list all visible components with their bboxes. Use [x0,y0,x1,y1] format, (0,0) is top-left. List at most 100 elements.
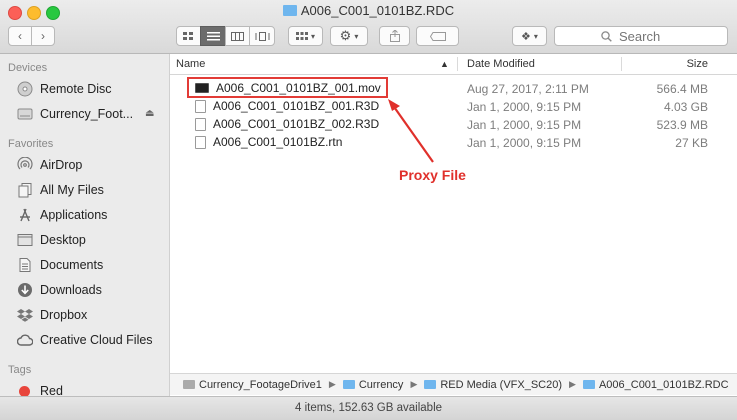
airdrop-icon [16,157,33,174]
file-row[interactable]: A006_C001_0101BZ_002.R3D Jan 1, 2000, 9:… [170,115,737,133]
column-view-icon [231,31,244,41]
chevron-right-icon: ▶ [328,379,336,389]
chevron-left-icon: ‹ [18,29,22,43]
file-name-cell: A006_C001_0101BZ.rtn [195,135,342,149]
tags-button[interactable] [416,26,459,46]
status-bar: 4 items, 152.63 GB available [0,396,737,420]
file-name: A006_C001_0101BZ_002.R3D [213,117,380,131]
dropbox-icon [16,307,33,324]
sidebar-item-documents[interactable]: Documents [16,255,103,275]
sidebar-item-applications[interactable]: Applications [16,205,107,225]
cover-flow-button[interactable] [249,26,275,46]
file-row[interactable]: A006_C001_0101BZ_001.R3D Jan 1, 2000, 9:… [170,97,737,115]
sidebar-item-airdrop[interactable]: AirDrop [16,155,82,175]
chevron-down-icon: ▾ [354,31,359,41]
path-segment[interactable]: Currency_FootageDrive1 [199,379,322,391]
back-button[interactable]: ‹ [8,26,32,46]
drive-icon [183,380,195,389]
proxy-file-label: Proxy File [399,167,466,183]
document-icon [195,135,206,149]
documents-icon [16,257,33,274]
applications-icon [16,207,33,224]
creative-cloud-icon [16,332,33,349]
file-row[interactable]: A006_C001_0101BZ.rtn Jan 1, 2000, 9:15 P… [170,133,737,151]
arrange-icon [295,31,308,40]
search-icon [601,30,612,42]
document-icon [195,117,206,131]
column-divider[interactable] [621,57,622,71]
eject-icon[interactable]: ⏏ [145,108,154,119]
sidebar-item-creative-cloud-files[interactable]: Creative Cloud Files [16,330,153,350]
column-date-modified[interactable]: Date Modified [467,58,535,70]
chevron-down-icon: ▾ [533,31,538,41]
desktop-icon [16,232,33,249]
chevron-right-icon: › [41,29,45,43]
file-list: Name ▲ Date Modified Size A006_C001_0101… [170,54,737,398]
column-name[interactable]: Name [176,58,205,70]
tag-icon [429,31,446,41]
disc-icon [16,81,33,98]
chevron-down-icon: ▾ [310,31,315,41]
share-button[interactable] [379,26,410,46]
search-field[interactable] [554,26,728,46]
sidebar-item-label: All My Files [40,183,104,197]
list-view-button[interactable] [200,26,226,46]
sidebar-item-currency-drive[interactable]: Currency_Foot... [16,104,133,124]
sidebar-header-favorites: Favorites [8,138,54,150]
nav-buttons: ‹ › [8,26,55,46]
sidebar-item-label: Dropbox [40,308,88,322]
sort-ascending-icon[interactable]: ▲ [440,59,449,69]
sidebar-item-label: AirDrop [40,158,83,172]
sidebar-item-label: Creative Cloud Files [40,333,153,347]
file-name: A006_C001_0101BZ_001.R3D [213,99,380,113]
path-segment[interactable]: RED Media (VFX_SC20) [440,379,562,391]
file-date: Jan 1, 2000, 9:15 PM [467,136,582,150]
file-size: 27 KB [675,136,708,150]
forward-button[interactable]: › [31,26,55,46]
cover-flow-icon [255,31,269,41]
annotation-arrow [388,99,434,163]
column-header: Name ▲ Date Modified Size [170,54,737,75]
list-view-icon [206,31,220,40]
file-name-cell: A006_C001_0101BZ_002.R3D [195,117,379,131]
file-name: A006_C001_0101BZ.rtn [213,135,343,149]
dropbox-button[interactable]: ❖ ▾ [512,26,547,46]
downloads-icon [16,282,33,299]
window-title: A006_C001_0101BZ.RDC [0,3,737,18]
column-size[interactable]: Size [687,58,708,70]
dropbox-icon: ❖ [521,30,531,43]
sidebar-item-remote-disc[interactable]: Remote Disc [16,79,112,99]
file-name-cell: A006_C001_0101BZ_001.R3D [195,99,379,113]
file-size: 4.03 GB [663,100,708,114]
chevron-right-icon: ▶ [569,379,576,389]
icon-view-button[interactable] [176,26,201,46]
sidebar-item-label: Desktop [40,233,86,247]
sidebar-header-devices: Devices [8,62,48,74]
sidebar: Devices Remote Disc Currency_Foot... ⏏ F… [0,54,170,419]
path-bar: Currency_FootageDrive1 ▶ Currency ▶ RED … [170,373,737,395]
sidebar-item-label: Remote Disc [40,82,112,96]
path-segment[interactable]: A006_C001_0101BZ.RDC [599,379,729,391]
sidebar-item-desktop[interactable]: Desktop [16,230,86,250]
drive-icon [16,106,33,123]
proxy-highlight-box [187,77,388,98]
all-files-icon [16,182,33,199]
folder-icon [582,380,595,389]
sidebar-item-downloads[interactable]: Downloads [16,280,102,300]
search-input[interactable] [617,27,681,45]
file-date: Jan 1, 2000, 9:15 PM [467,118,582,132]
finder-window: A006_C001_0101BZ.RDC ‹ › ▾ ⚙ ▾ ❖ ▾ Searc… [0,0,737,420]
sidebar-item-dropbox[interactable]: Dropbox [16,305,87,325]
action-button[interactable]: ⚙ ▾ [330,26,368,46]
share-icon [389,30,400,42]
column-divider[interactable] [457,57,458,71]
path-segment[interactable]: Currency [359,379,404,391]
sidebar-item-all-my-files[interactable]: All My Files [16,180,104,200]
arrange-button[interactable]: ▾ [288,26,323,46]
document-icon [195,99,206,113]
gear-icon: ⚙ [339,28,352,43]
file-date: Aug 27, 2017, 2:11 PM [467,82,589,96]
chevron-right-icon: ▶ [410,379,418,389]
column-view-button[interactable] [225,26,250,46]
view-mode-segment [176,26,275,46]
